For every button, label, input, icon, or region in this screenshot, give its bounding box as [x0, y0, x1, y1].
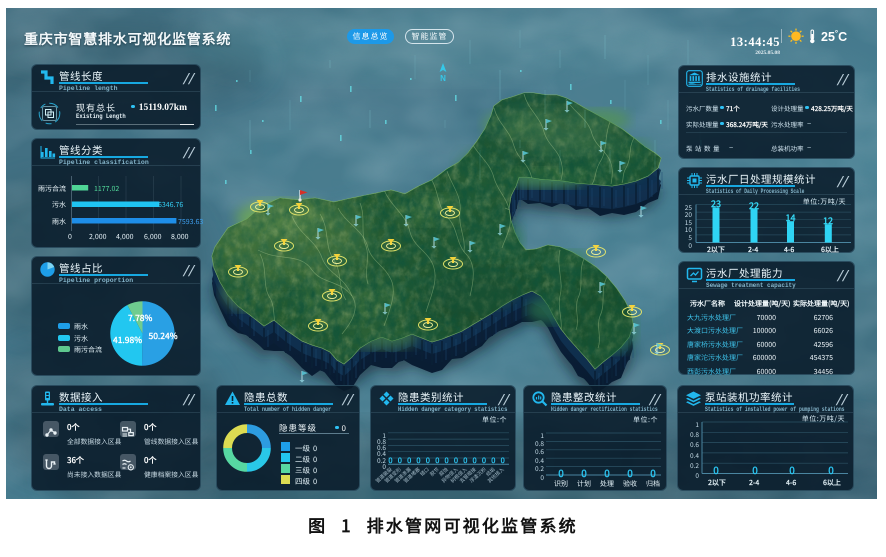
svg-text:N: N: [440, 74, 446, 83]
